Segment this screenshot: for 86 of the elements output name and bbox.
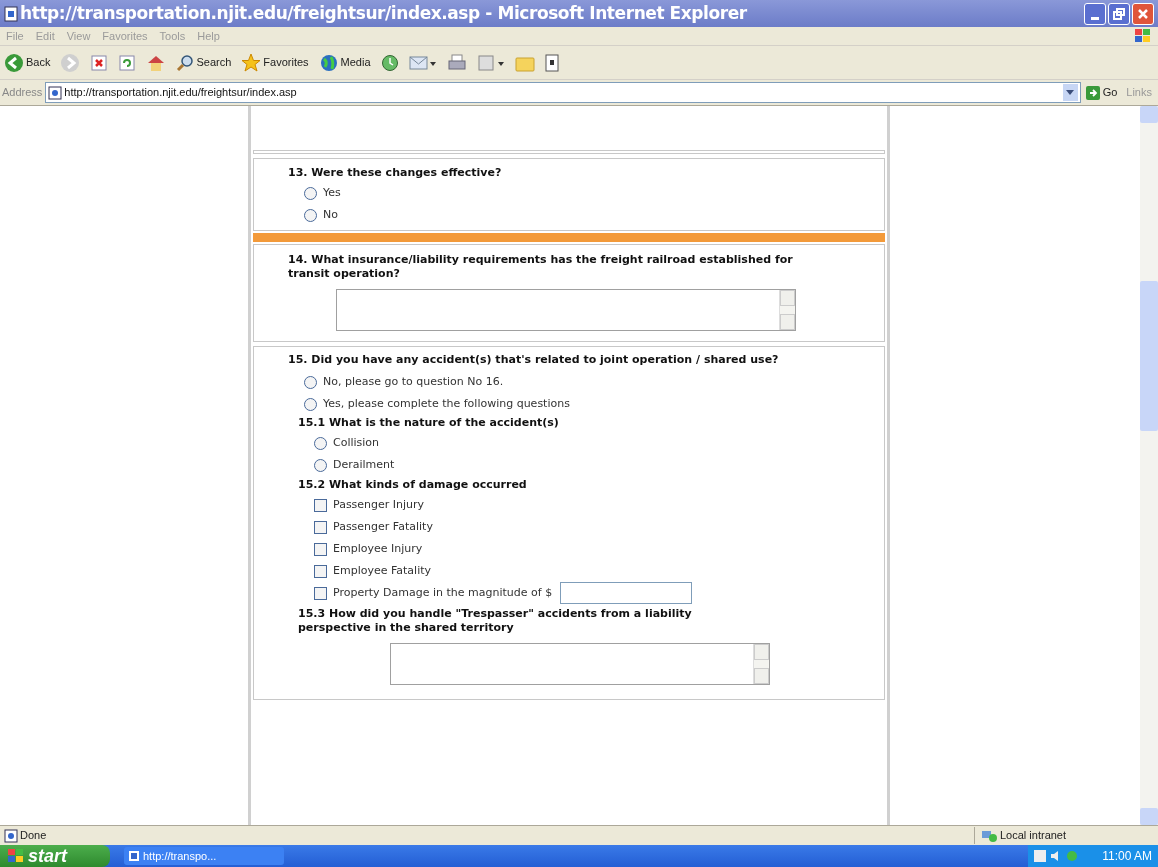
menu-item[interactable]: Favorites	[102, 27, 148, 45]
zone-text: Local intranet	[1000, 828, 1067, 844]
checkbox[interactable]	[314, 542, 327, 556]
amount-field[interactable]	[560, 582, 693, 604]
globe-icon	[318, 52, 339, 73]
document-icon	[476, 53, 505, 72]
page-icon	[128, 850, 140, 862]
envelope-icon	[408, 53, 437, 72]
page-icon	[544, 53, 559, 72]
network-icon	[981, 828, 997, 843]
messenger-button[interactable]	[542, 53, 561, 72]
taskbar-item[interactable]: http://transpo...	[124, 847, 284, 865]
option-label: Employee Injury	[333, 540, 423, 557]
question-text: 15. Did you have any accident(s) that's related to joint operation / shared use?	[288, 353, 780, 367]
close-icon	[1137, 7, 1149, 20]
restore-button[interactable]	[1108, 2, 1130, 25]
favorites-button[interactable]: Favorites	[239, 52, 311, 73]
radio-button[interactable]	[304, 186, 317, 200]
back-button[interactable]: Back	[2, 52, 53, 73]
caret-icon	[1066, 90, 1075, 95]
option-label: Derailment	[333, 456, 395, 473]
scrollbar[interactable]	[753, 644, 769, 684]
links-button[interactable]: Links	[1122, 84, 1156, 101]
page-icon	[48, 85, 63, 100]
address-text: http://transportation.njit.edu/freightsur/index.asp	[64, 85, 297, 101]
windows-logo-icon	[1134, 28, 1152, 44]
dropdown-button[interactable]	[1062, 84, 1078, 101]
radio-button[interactable]	[304, 208, 317, 222]
scrollbar[interactable]	[1140, 106, 1158, 825]
printer-icon	[446, 53, 467, 72]
tray-icon	[1034, 850, 1046, 862]
checkbox[interactable]	[314, 498, 327, 512]
media-button[interactable]: Media	[316, 52, 373, 73]
stop-icon	[90, 53, 109, 72]
arrow-right-icon	[1085, 85, 1100, 100]
option-label: Passenger Fatality	[333, 518, 433, 535]
question-text: 15.2 What kinds of damage occurred	[298, 478, 528, 492]
menu-item[interactable]: Help	[197, 27, 220, 45]
answer-box[interactable]	[390, 643, 770, 685]
clock-icon	[380, 53, 399, 72]
window-title: http://transportation.njit.edu/freightsur/index.asp - Microsoft Internet Explorer	[20, 1, 747, 25]
mail-button[interactable]	[406, 53, 439, 72]
go-button[interactable]: Go	[1083, 84, 1120, 101]
checkbox[interactable]	[314, 520, 327, 534]
menu-item[interactable]: File	[6, 27, 24, 45]
close-button[interactable]	[1132, 2, 1154, 25]
option-label: Passenger Injury	[333, 496, 425, 513]
question-text: 13. Were these changes effective?	[288, 166, 503, 180]
answer-box[interactable]	[336, 289, 796, 331]
radio-button[interactable]	[304, 397, 317, 411]
clock: 11:00 AM	[1102, 848, 1152, 865]
menu-item[interactable]: Edit	[35, 27, 55, 45]
refresh-icon	[118, 53, 137, 72]
option-label: Yes	[323, 184, 341, 201]
minimize-button[interactable]	[1084, 2, 1106, 25]
minimize-icon	[1091, 16, 1099, 20]
option-label: No	[323, 206, 338, 223]
question-text: 15.3 How did you handle "Trespasser" accidents from a liability perspective in the shared territory	[298, 607, 693, 635]
radio-button[interactable]	[304, 375, 317, 389]
menu-item[interactable]: Tools	[159, 27, 186, 45]
radio-button[interactable]	[314, 436, 327, 450]
checkbox[interactable]	[314, 586, 327, 600]
scrollbar-thumb[interactable]	[1140, 280, 1158, 431]
radio-button[interactable]	[314, 458, 327, 472]
question-text: 14. What insurance/liability requirements has the freight railroad established for transit operation?	[288, 253, 794, 281]
search-icon	[176, 53, 195, 72]
restore-icon	[1113, 7, 1125, 20]
option-label: No, please go to question No 16.	[323, 373, 504, 390]
address-field[interactable]: http://transportation.njit.edu/freightsur/index.asp	[45, 82, 1081, 103]
page-icon	[4, 828, 18, 843]
option-label: Yes, please complete the following questions	[323, 395, 570, 412]
option-label: Collision	[333, 434, 380, 451]
scrollbar[interactable]	[779, 290, 795, 330]
option-label: Employee Fatality	[333, 562, 432, 579]
search-button[interactable]: Search	[174, 53, 234, 72]
status-text: Done	[20, 828, 47, 844]
start-button[interactable]: start	[0, 845, 110, 867]
page-icon	[4, 5, 18, 22]
menu-item[interactable]: View	[66, 27, 91, 45]
address-label: Address	[2, 85, 43, 101]
question-text: 15.1 What is the nature of the accident(s)	[298, 416, 560, 430]
checkbox[interactable]	[314, 564, 327, 578]
option-label: Property Damage in the magnitude of $	[333, 584, 553, 601]
star-icon	[241, 52, 262, 73]
network-icon	[1066, 850, 1078, 862]
windows-logo-icon	[8, 849, 24, 863]
